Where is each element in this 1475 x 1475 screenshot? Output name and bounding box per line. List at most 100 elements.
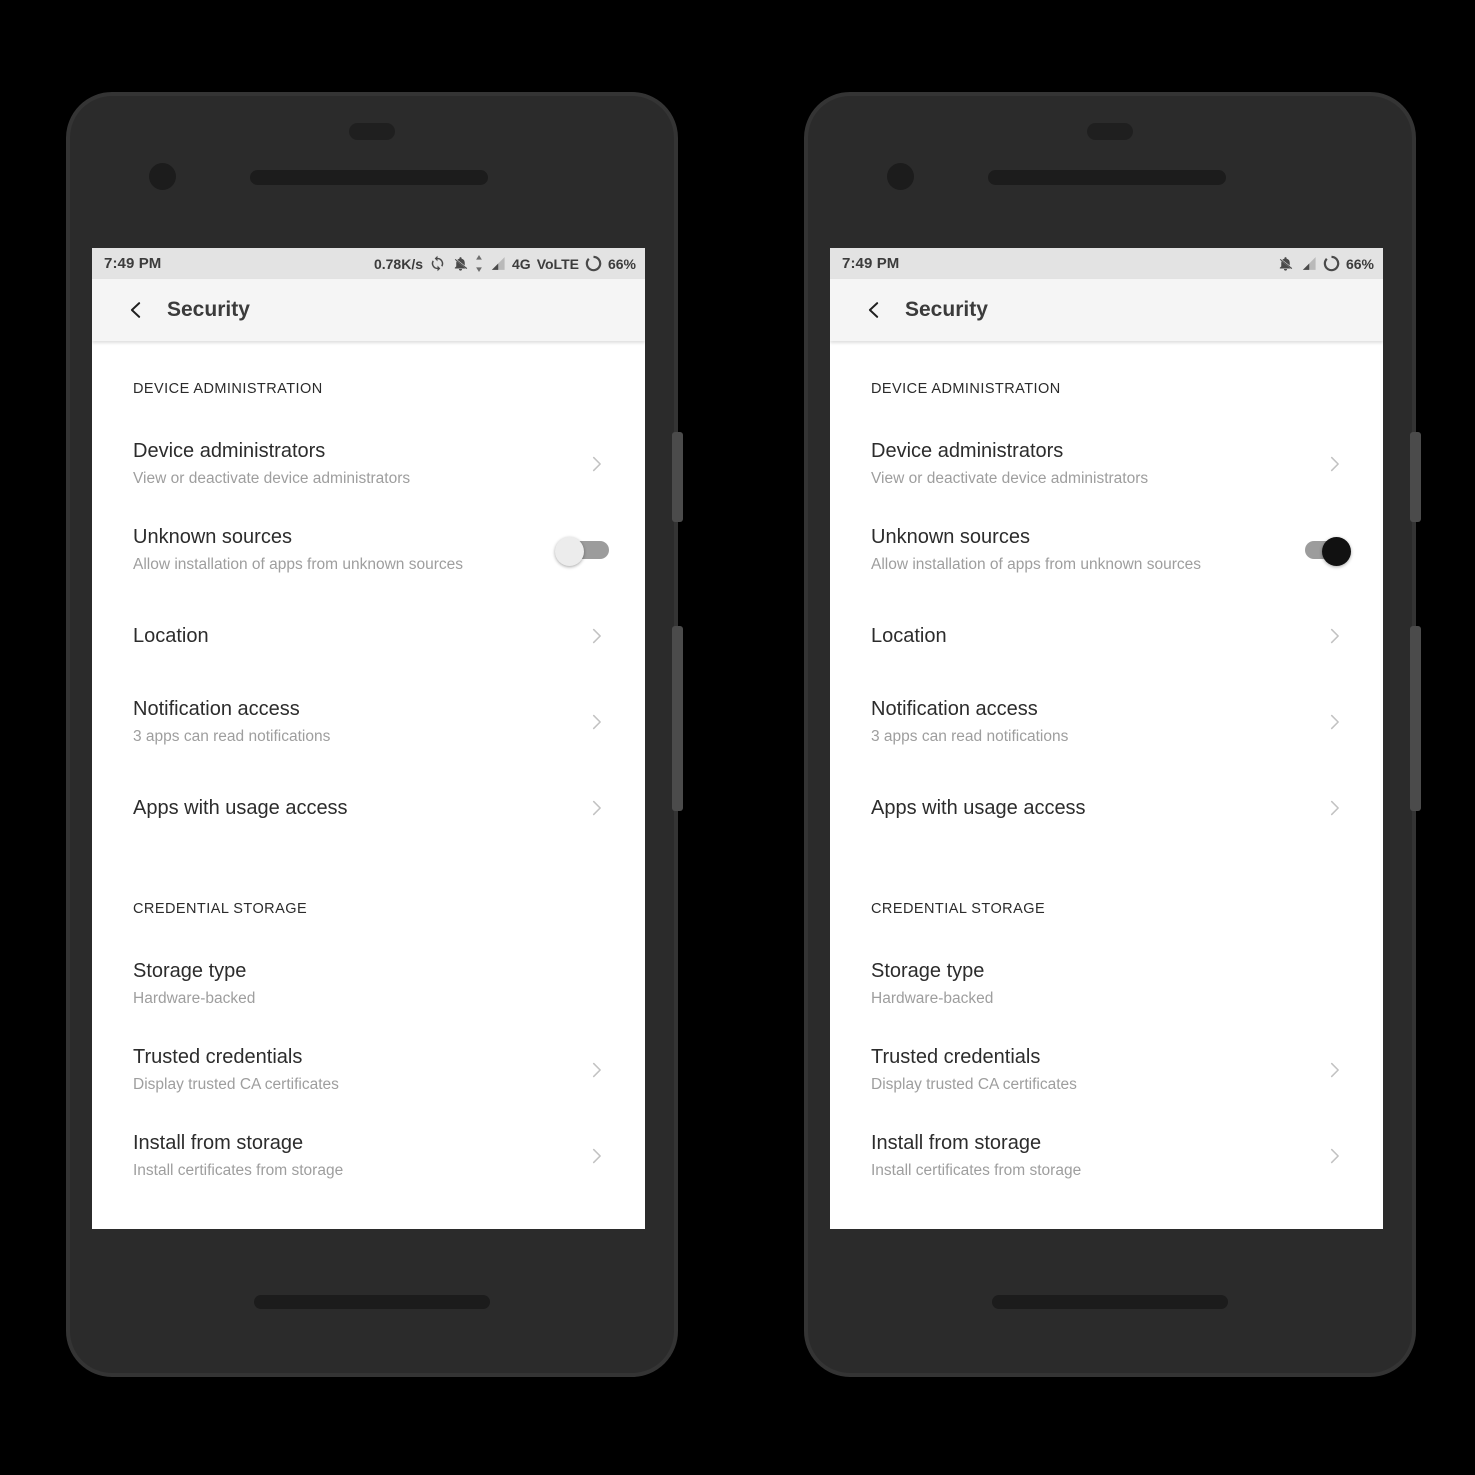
list-item-text: Notification access 3 apps can read notif… <box>133 697 583 746</box>
list-item-subtitle: Install certificates from storage <box>133 1162 344 1180</box>
list-item[interactable]: Unknown sources Allow installation of app… <box>830 507 1383 593</box>
toggle-knob <box>555 537 584 566</box>
phone-screen: 7:49 PM 66% Security DEVICE ADMINISTRATION D… <box>830 248 1383 1229</box>
list-item-subtitle: Display trusted CA certificates <box>871 1076 1077 1094</box>
screenshot-stage: 7:49 PM 0.78K/s 4G VoLTE 66% Security DEVICE A… <box>0 0 1475 1475</box>
chevron-right-icon <box>583 1143 609 1169</box>
section-header: CREDENTIAL STORAGE <box>133 901 308 917</box>
back-button[interactable] <box>859 295 889 325</box>
list-item-title: Storage type <box>871 960 985 983</box>
phone-screen: 7:49 PM 0.78K/s 4G VoLTE 66% Security DEVICE A… <box>92 248 645 1229</box>
list-item-subtitle: Hardware-backed <box>133 990 256 1008</box>
status-bar-icons: 66% <box>1277 255 1374 272</box>
volume-button[interactable] <box>672 626 683 811</box>
sync-icon <box>429 255 446 272</box>
list-item-title: Trusted credentials <box>871 1046 1041 1069</box>
toggle-knob <box>1322 537 1351 566</box>
earpiece-speaker-icon <box>988 170 1226 185</box>
list-item-text: Notification access 3 apps can read notif… <box>871 697 1321 746</box>
list-item[interactable]: Trusted credentials Display trusted CA ce… <box>830 1027 1383 1113</box>
list-item-subtitle: View or deactivate device administrators <box>871 470 1149 488</box>
proximity-sensor-icon <box>1087 123 1133 140</box>
chevron-right-icon <box>1321 1057 1347 1083</box>
status-bar-data-speed: 0.78K/s <box>373 255 424 272</box>
list-item-subtitle: Hardware-backed <box>871 990 994 1008</box>
list-item[interactable]: Install from storage Install certificates… <box>92 1113 645 1199</box>
list-item[interactable]: Notification access 3 apps can read notif… <box>830 679 1383 765</box>
section-header: DEVICE ADMINISTRATION <box>133 381 323 397</box>
list-item-title: Unknown sources <box>133 526 292 549</box>
list-item-title: Install from storage <box>133 1132 304 1155</box>
bell-muted-icon <box>452 255 469 272</box>
list-item-title: Install from storage <box>871 1132 1042 1155</box>
list-item-text: Trusted credentials Display trusted CA ce… <box>133 1045 583 1094</box>
list-item[interactable]: Install from storage Install certificates… <box>830 1113 1383 1199</box>
list-item[interactable]: Device administrators View or deactivate … <box>92 421 645 507</box>
chevron-right-icon <box>585 797 607 819</box>
list-item-subtitle: 3 apps can read notifications <box>871 728 1069 746</box>
phone-right: 7:49 PM 66% Security DEVICE ADMINISTRATION D… <box>804 92 1421 1377</box>
list-item-title: Trusted credentials <box>133 1046 303 1069</box>
list-item-title: Device administrators <box>871 440 1064 463</box>
chevron-right-icon <box>585 1059 607 1081</box>
status-bar: 7:49 PM 66% <box>830 248 1383 279</box>
status-bar-time: 7:49 PM <box>842 255 900 272</box>
chevron-right-icon <box>1323 453 1345 475</box>
list-item-text: Location <box>871 624 1321 649</box>
chevron-right-icon <box>583 623 609 649</box>
list-item-text: Storage type Hardware-backed <box>871 959 1347 1008</box>
earpiece-speaker-icon <box>250 170 488 185</box>
list-item[interactable]: Location <box>92 593 645 679</box>
list-item[interactable]: Device administrators View or deactivate … <box>830 421 1383 507</box>
chevron-right-icon <box>1323 797 1345 819</box>
list-item[interactable]: Storage type Hardware-backed <box>830 941 1383 1027</box>
list-item-title: Location <box>871 624 947 647</box>
signal-icon <box>1300 255 1317 272</box>
list-item-subtitle: 3 apps can read notifications <box>133 728 331 746</box>
back-button[interactable] <box>121 295 151 325</box>
chevron-right-icon <box>1321 1143 1347 1169</box>
chevron-right-icon <box>585 711 607 733</box>
back-icon <box>863 299 885 321</box>
power-button[interactable] <box>672 432 683 522</box>
list-item-subtitle: Allow installation of apps from unknown … <box>871 556 1201 574</box>
status-bar-icons: 0.78K/s 4G VoLTE 66% <box>374 255 636 272</box>
chevron-right-icon <box>1323 1145 1345 1167</box>
unknown-sources-toggle[interactable] <box>1295 537 1351 566</box>
list-item-text: Apps with usage access <box>133 796 583 821</box>
home-indicator <box>992 1295 1228 1309</box>
list-item-text: Storage type Hardware-backed <box>133 959 609 1008</box>
list-item[interactable]: Notification access 3 apps can read notif… <box>92 679 645 765</box>
list-item[interactable]: Trusted credentials Display trusted CA ce… <box>92 1027 645 1113</box>
battery-icon <box>1323 255 1340 272</box>
list-item[interactable]: Storage type Hardware-backed <box>92 941 645 1027</box>
settings-list: DEVICE ADMINISTRATION Device administrato… <box>830 341 1383 1199</box>
status-bar-volte: VoLTE <box>536 255 579 272</box>
chevron-right-icon <box>585 1145 607 1167</box>
list-item[interactable]: Apps with usage access <box>92 765 645 851</box>
list-item-text: Install from storage Install certificates… <box>871 1131 1321 1180</box>
list-item[interactable]: Location <box>830 593 1383 679</box>
list-item-title: Apps with usage access <box>871 796 1086 819</box>
signal-icon <box>489 255 506 272</box>
list-item-title: Notification access <box>871 698 1038 721</box>
power-button[interactable] <box>1410 432 1421 522</box>
list-item-title: Storage type <box>133 960 247 983</box>
settings-list: DEVICE ADMINISTRATION Device administrato… <box>92 341 645 1199</box>
list-item[interactable]: Unknown sources Allow installation of app… <box>92 507 645 593</box>
bell-muted-icon <box>1277 255 1294 272</box>
list-item-subtitle: View or deactivate device administrators <box>133 470 411 488</box>
status-bar-time: 7:49 PM <box>104 255 162 272</box>
list-item-text: Location <box>133 624 583 649</box>
chevron-right-icon <box>585 453 607 475</box>
volume-button[interactable] <box>1410 626 1421 811</box>
app-bar: Security <box>830 279 1383 341</box>
chevron-right-icon <box>1323 1059 1345 1081</box>
unknown-sources-toggle[interactable] <box>555 537 609 566</box>
list-item-title: Unknown sources <box>871 526 1030 549</box>
back-icon <box>125 299 147 321</box>
status-bar-network: 4G <box>512 255 531 272</box>
chevron-right-icon <box>1321 795 1347 821</box>
list-item[interactable]: Apps with usage access <box>830 765 1383 851</box>
list-item-text: Apps with usage access <box>871 796 1321 821</box>
